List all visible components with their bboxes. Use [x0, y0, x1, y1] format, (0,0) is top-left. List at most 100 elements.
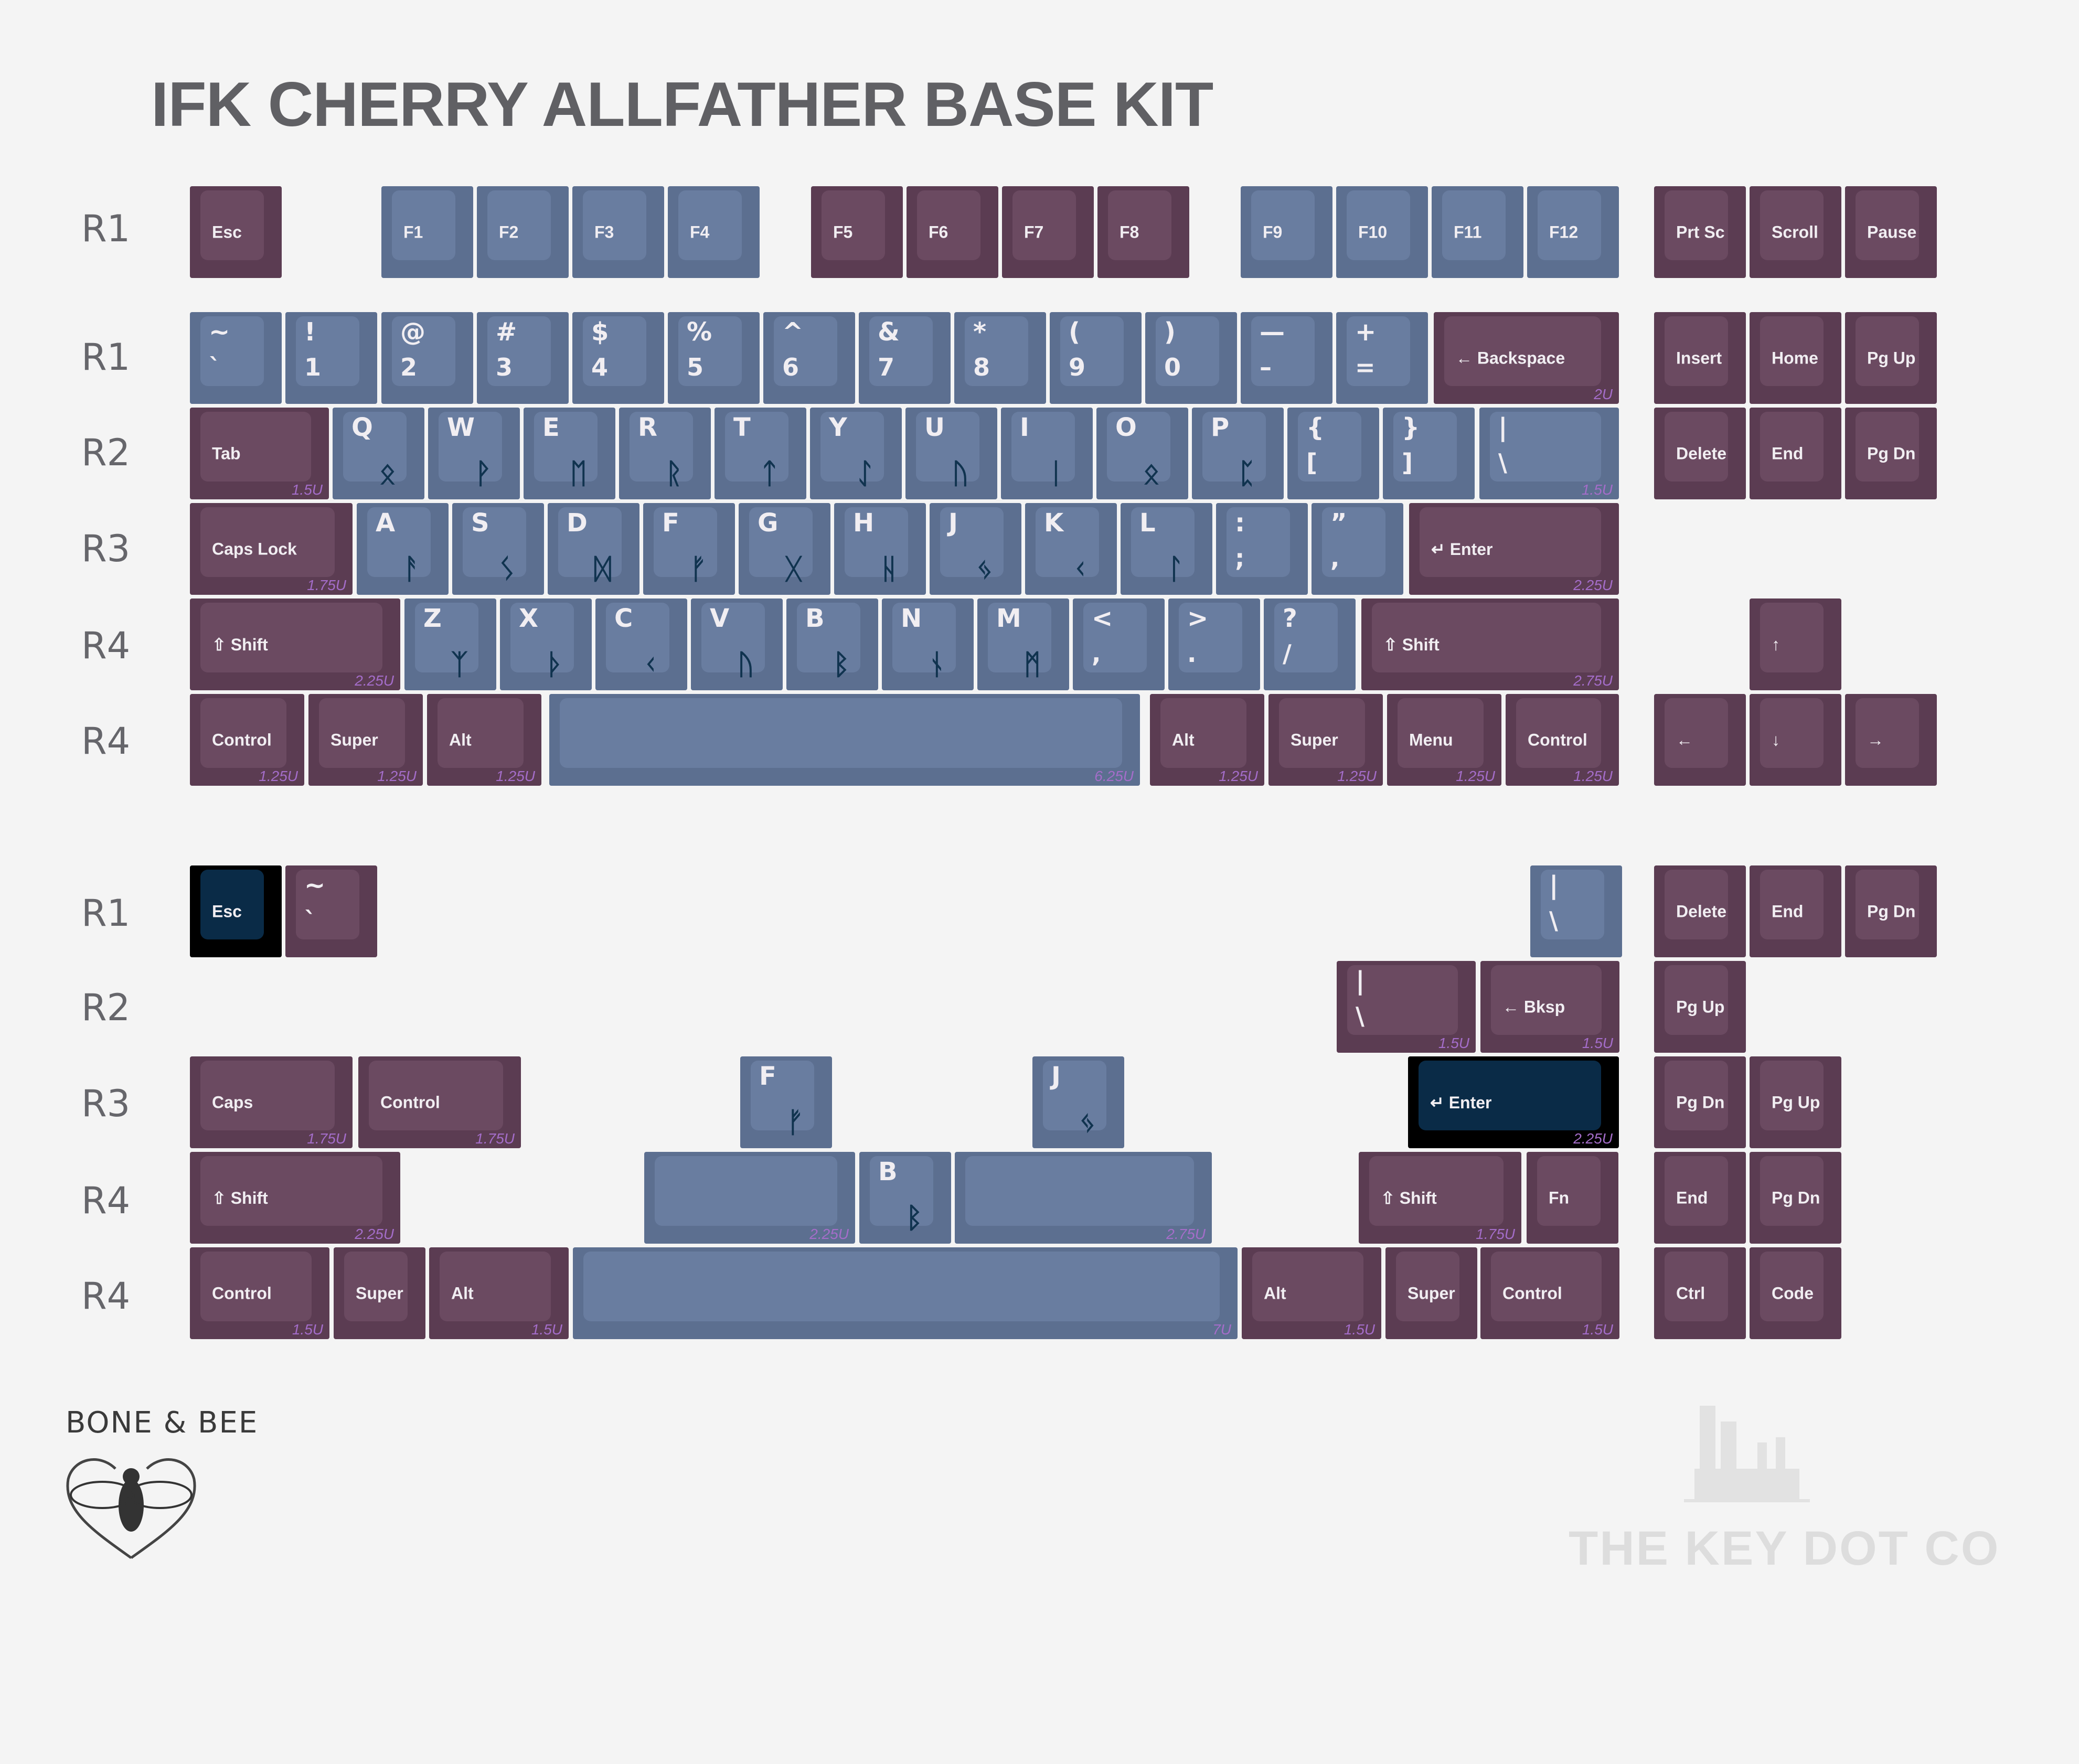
key-legend-secondary: 3	[496, 353, 513, 381]
keycap-top	[1760, 603, 1824, 672]
keycap: F3	[572, 186, 664, 278]
keycap: ? /	[1264, 598, 1356, 690]
keycap: Oᛟ	[1096, 408, 1188, 499]
key-rune-sublegend: ᚦ	[546, 648, 563, 681]
keycap: & 7	[859, 312, 951, 404]
key-label: Insert	[1676, 348, 1722, 367]
row-label: R2	[81, 986, 131, 1029]
keycap: Pg Dn	[1750, 1152, 1841, 1244]
keycap: Rᚱ	[619, 408, 711, 499]
keycap: F5	[811, 186, 903, 278]
keycap: Jᛃ	[930, 503, 1021, 595]
key-legend-secondary: 1	[304, 353, 322, 381]
key-label: ⇧ Shift	[212, 1188, 268, 1207]
keycap: Pg Dn	[1845, 865, 1937, 957]
keycap: 2.75U	[955, 1152, 1212, 1244]
key-rune-sublegend: ᚢ	[952, 457, 969, 490]
key-size-label: 1.5U	[1344, 1321, 1375, 1338]
key-rune-sublegend: ᚱ	[665, 457, 683, 490]
key-legend-secondary: –	[1260, 353, 1272, 381]
key-legend-secondary: .	[1187, 639, 1197, 668]
key-legend-primary: U	[924, 413, 945, 442]
keycap: Fᚠ	[643, 503, 735, 595]
key-size-label: 2U	[1594, 386, 1613, 402]
key-label: F5	[833, 222, 853, 241]
key-size-label: 1.25U	[496, 768, 535, 784]
keycap-top	[917, 190, 980, 260]
keycap: ⇧ Shift 1.75U	[1359, 1152, 1521, 1244]
key-legend-secondary: ;	[1235, 544, 1245, 572]
key-legend-primary: A	[376, 508, 396, 538]
keycap: Pause	[1845, 186, 1937, 278]
keycap: F11	[1432, 186, 1523, 278]
key-label: Esc	[212, 222, 242, 241]
keycap: 2.25U	[644, 1152, 855, 1244]
keycap: Pᛈ	[1192, 408, 1284, 499]
keycap: Super	[334, 1247, 425, 1339]
key-legend-secondary: ]	[1402, 448, 1413, 477]
key-label: End	[1676, 1188, 1708, 1207]
key-legend-primary: G	[758, 508, 779, 538]
key-label: F9	[1263, 222, 1283, 241]
keycap-top	[560, 698, 1122, 768]
key-size-label: 1.25U	[377, 768, 417, 784]
key-legend-secondary: \	[1356, 1002, 1364, 1030]
keycap: ~ `	[190, 312, 282, 404]
key-legend-primary: |	[1549, 871, 1559, 900]
keycap: Caps 1.75U	[190, 1056, 353, 1148]
keycap: Pg Up	[1750, 1056, 1841, 1148]
key-label: F10	[1358, 222, 1388, 241]
key-rune-sublegend: ᛃ	[976, 552, 993, 585]
keycap: Control 1.5U	[1480, 1247, 1619, 1339]
keycap: Fn	[1527, 1152, 1618, 1244]
key-rune-sublegend: ᚾ	[928, 648, 945, 681]
key-size-label: 1.5U	[1438, 1035, 1469, 1051]
keycap: ⇧ Shift 2.25U	[190, 1152, 400, 1244]
key-legend-secondary: 2	[400, 353, 418, 381]
keycap: End	[1750, 408, 1841, 499]
key-rune-sublegend: ᛇ	[856, 457, 873, 490]
keycap-top	[1856, 698, 1919, 768]
key-rune-sublegend: ᚠ	[786, 1106, 804, 1139]
keycap: <,	[1073, 598, 1165, 690]
keycap: + =	[1336, 312, 1428, 404]
key-legend-secondary: ,	[1330, 544, 1340, 572]
key-legend-primary: V	[710, 604, 730, 633]
key-legend-secondary: ,	[1092, 639, 1101, 668]
key-label: →	[1867, 730, 1884, 749]
key-legend-primary: !	[304, 317, 316, 347]
key-label: F11	[1454, 222, 1482, 241]
key-size-label: 1.25U	[1337, 768, 1377, 784]
key-size-label: 1.75U	[475, 1130, 515, 1147]
key-label: ↵ Enter	[1431, 539, 1493, 559]
key-label: Menu	[1409, 730, 1453, 749]
key-label: F2	[499, 222, 519, 241]
key-legend-secondary: 7	[878, 353, 895, 381]
key-legend-primary: $	[591, 317, 609, 347]
keycap: Iᛁ	[1001, 408, 1093, 499]
key-legend-primary: Z	[423, 604, 442, 633]
key-legend-secondary: 9	[1069, 353, 1086, 381]
keycap: ← Bksp 1.5U	[1480, 961, 1619, 1053]
keycap: | \ 1.5U	[1479, 408, 1619, 499]
keycap-top	[965, 1156, 1194, 1226]
keycap: Esc	[190, 865, 282, 957]
keycap: Super 1.25U	[1268, 694, 1383, 786]
key-label: Super	[1291, 730, 1338, 749]
key-label: Scroll	[1772, 222, 1818, 241]
key-legend-secondary: =	[1355, 353, 1376, 381]
keycap: ↓	[1750, 694, 1841, 786]
key-label: Control	[1528, 730, 1587, 749]
keycap: Super 1.25U	[308, 694, 423, 786]
keycap: #3	[477, 312, 569, 404]
key-legend-primary: ~	[209, 317, 230, 347]
keycap-top	[487, 190, 551, 260]
key-label: Pause	[1867, 222, 1917, 241]
key-label: Code	[1772, 1284, 1814, 1302]
keycap: }]	[1383, 408, 1475, 499]
keycap: Gᚷ	[739, 503, 830, 595]
key-rune-sublegend: ᛟ	[1143, 457, 1160, 490]
key-label: End	[1772, 444, 1804, 463]
keycap: →	[1845, 694, 1937, 786]
key-size-label: 1.25U	[1573, 768, 1613, 784]
